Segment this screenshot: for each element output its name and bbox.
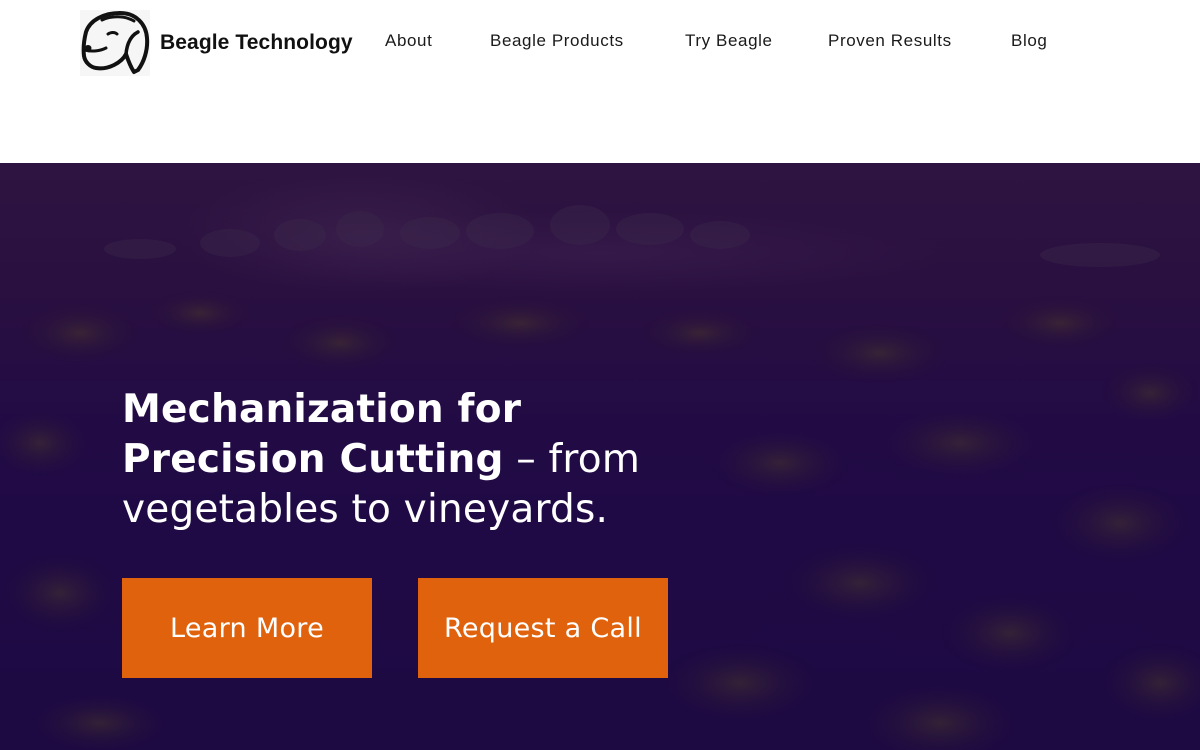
hero-headline: Mechanization for Precision Cutting – fr… <box>122 385 682 535</box>
nav-item-blog[interactable]: Blog <box>1011 30 1047 52</box>
nav-item-about[interactable]: About <box>385 30 432 52</box>
hero-headline-strong-line2: Precision Cutting <box>122 437 504 482</box>
brand-name: Beagle Technology <box>160 31 353 54</box>
hero-section: Mechanization for Precision Cutting – fr… <box>0 163 1200 750</box>
brand-logo-link[interactable]: Beagle Technology <box>80 10 353 76</box>
nav-item-proven-results[interactable]: Proven Results <box>828 30 952 52</box>
beagle-dog-head-icon <box>80 10 150 76</box>
hero-headline-strong-line1: Mechanization for <box>122 387 522 432</box>
site-header: Beagle Technology About Beagle Products … <box>0 0 1200 163</box>
learn-more-button[interactable]: Learn More <box>122 578 372 678</box>
nav-item-try-beagle[interactable]: Try Beagle <box>685 30 773 52</box>
request-a-call-button[interactable]: Request a Call <box>418 578 668 678</box>
nav-item-beagle-products[interactable]: Beagle Products <box>490 30 624 52</box>
